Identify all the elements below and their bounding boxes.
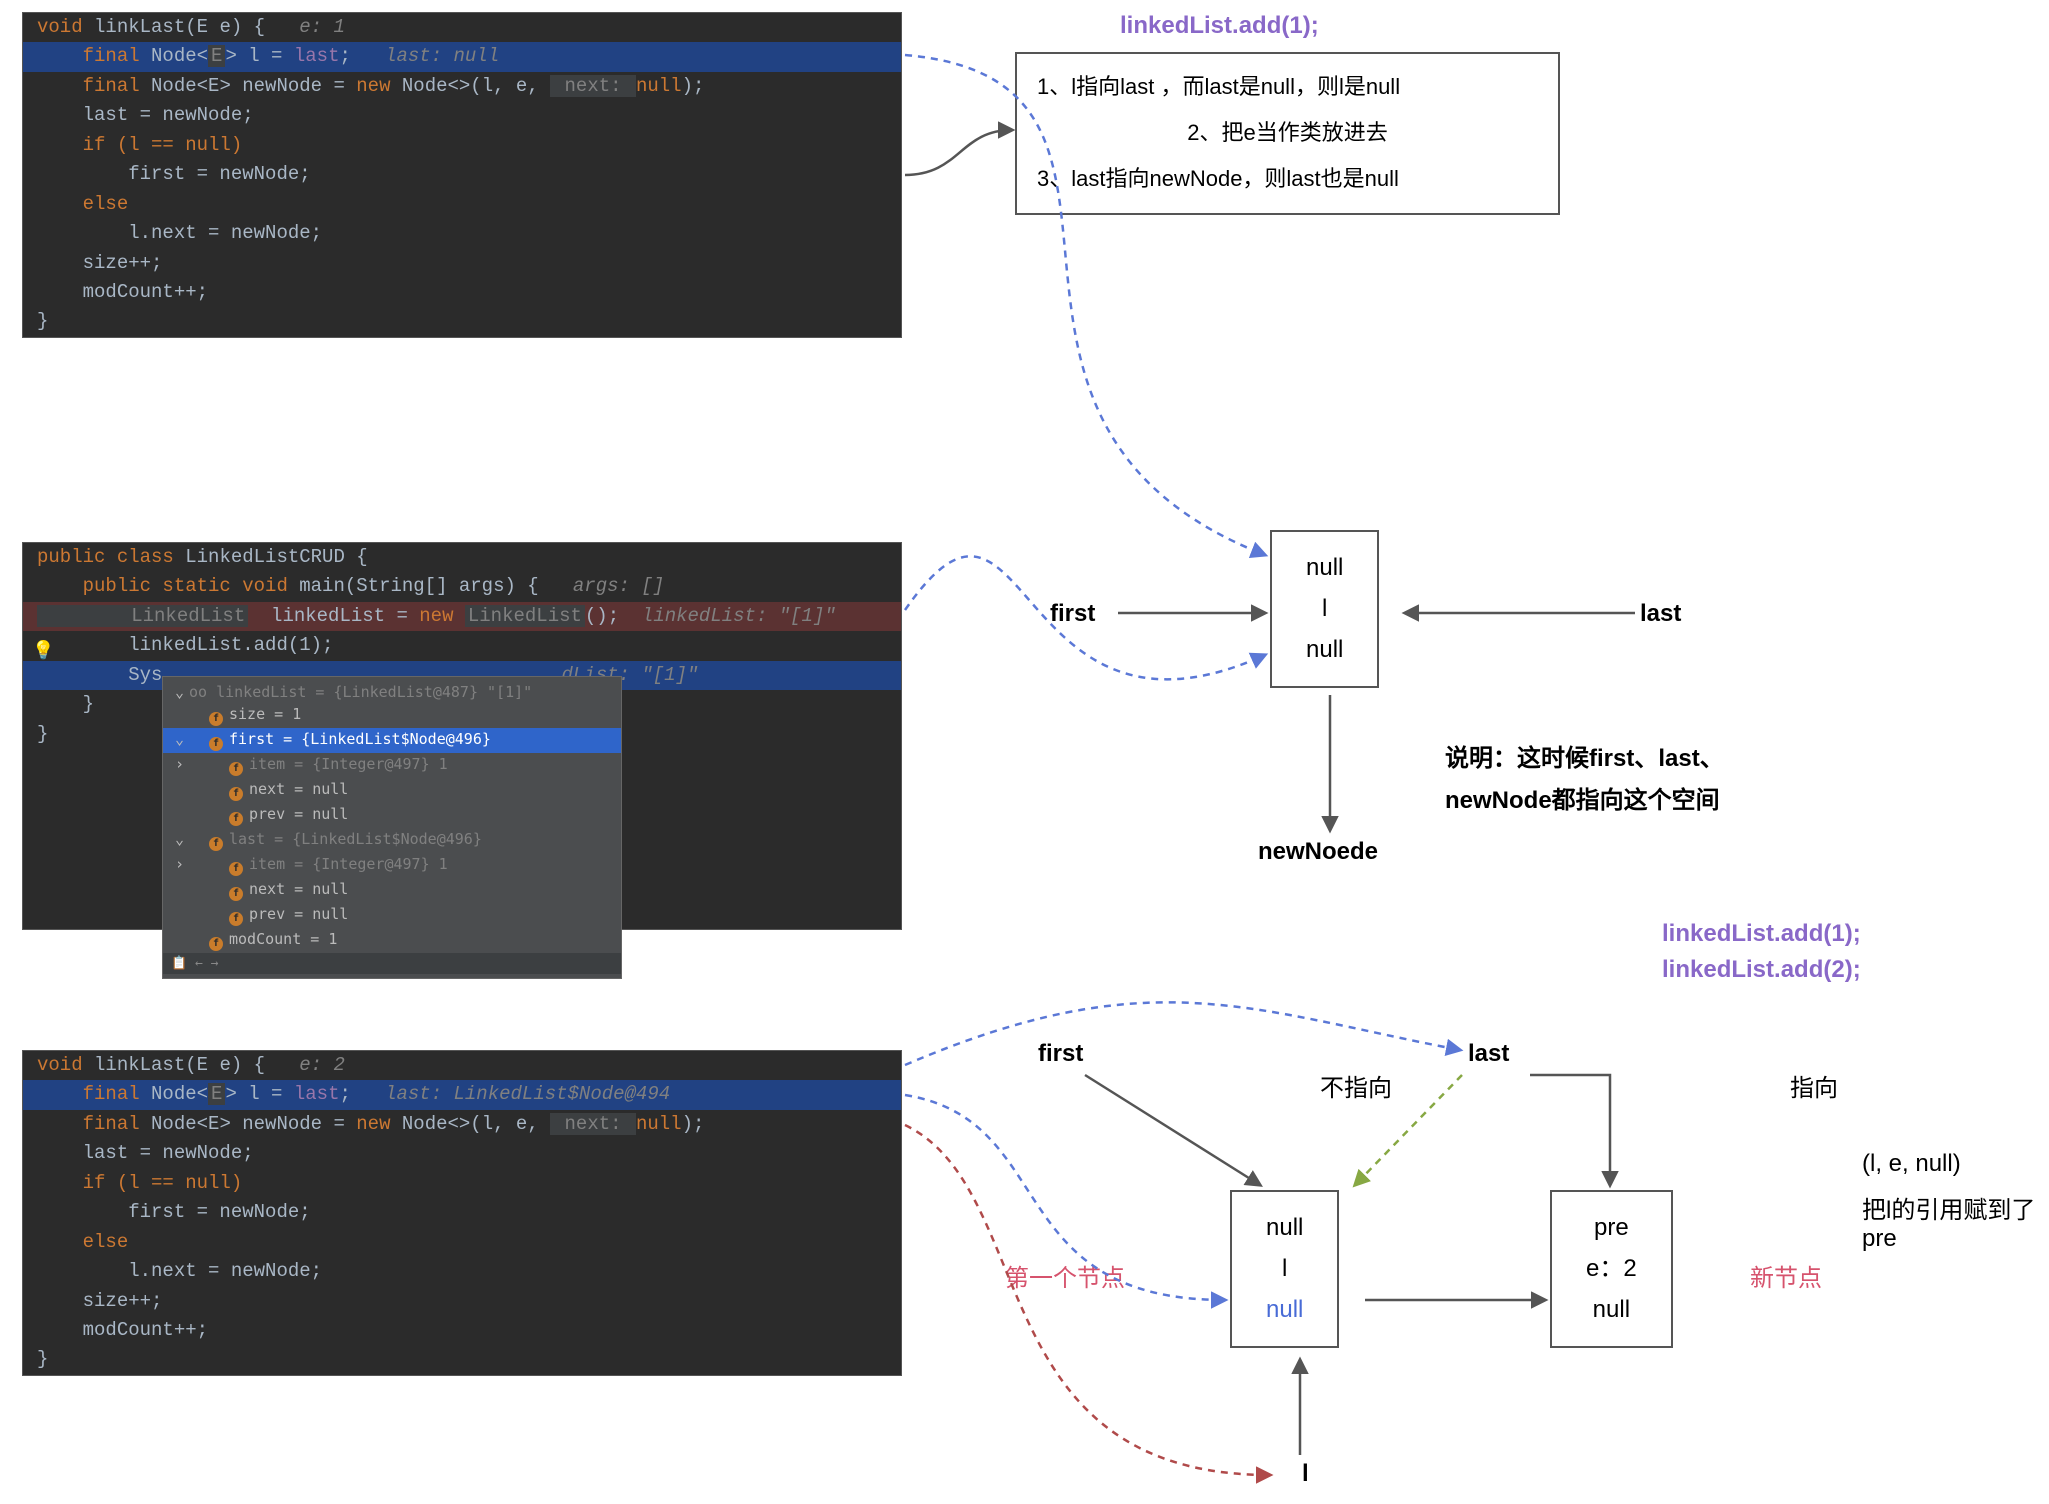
dbg-last[interactable]: flast = {LinkedList$Node@496} xyxy=(163,828,621,853)
dbg-linkedlist[interactable]: oo linkedList = {LinkedList@487} "[1]" xyxy=(163,681,621,703)
dbg-footer: 📋 ← → xyxy=(163,953,621,974)
label-last: last xyxy=(1640,600,1681,628)
debug-variables-popup[interactable]: oo linkedList = {LinkedList@487} "[1]" f… xyxy=(162,676,622,979)
header-add-2: linkedList.add(2); xyxy=(1662,956,1861,984)
anno-line-2: 2、把e当作类放进去 xyxy=(1037,110,1538,156)
label-not-point: 不指向 xyxy=(1320,1068,1392,1103)
dbg-next-1[interactable]: fnext = null xyxy=(163,778,621,803)
label-paren: (l, e, null) xyxy=(1862,1150,1961,1178)
dbg-next-2[interactable]: fnext = null xyxy=(163,878,621,903)
label-last-2: last xyxy=(1468,1040,1509,1068)
label-first: first xyxy=(1050,600,1095,628)
code-block-linklast-1: void linkLast(E e) { e: 1 final Node<E> … xyxy=(22,12,902,338)
highlighted-line: final Node<E> l = last; last: null xyxy=(23,42,901,71)
header-add-1: linkedList.add(1); xyxy=(1120,12,1319,40)
anno-line-1: 1、l指向last ，而last是null，则l是null xyxy=(1037,64,1538,110)
annotation-box-explain: 1、l指向last ，而last是null，则l是null 2、把e当作类放进去… xyxy=(1015,52,1560,215)
dbg-first[interactable]: ffirst = {LinkedList$Node@496} xyxy=(163,728,621,753)
dbg-item-2[interactable]: fitem = {Integer@497} 1 xyxy=(163,853,621,878)
anno-line-3: 3、last指向newNode，则last也是null xyxy=(1037,156,1538,202)
label-new-node: 新节点 xyxy=(1750,1258,1822,1293)
dbg-prev-1[interactable]: fprev = null xyxy=(163,803,621,828)
explain-1: 说明：这时候first、last、 xyxy=(1445,738,1724,773)
code-block-linklast-2: void linkLast(E e) { e: 2 final Node<E> … xyxy=(22,1050,902,1376)
label-paren2: 把l的引用赋到了pre xyxy=(1862,1190,2049,1253)
dbg-prev-2[interactable]: fprev = null xyxy=(163,903,621,928)
dbg-modcount[interactable]: fmodCount = 1 xyxy=(163,928,621,953)
header-add-1b: linkedList.add(1); xyxy=(1662,920,1861,948)
label-first-2: first xyxy=(1038,1040,1083,1068)
highlighted-line-2: final Node<E> l = last; last: LinkedList… xyxy=(23,1080,901,1109)
dbg-item-1[interactable]: fitem = {Integer@497} 1 xyxy=(163,753,621,778)
label-first-node: 第一个节点 xyxy=(1005,1258,1125,1293)
label-point: 指向 xyxy=(1790,1068,1838,1103)
node-box-mid: null l null xyxy=(1270,530,1379,688)
explain-2: newNode都指向这个空间 xyxy=(1445,780,1720,815)
lightbulb-icon[interactable]: 💡 xyxy=(32,640,54,661)
label-newnode: newNoede xyxy=(1258,838,1378,866)
dbg-size[interactable]: fsize = 1 xyxy=(163,703,621,728)
node-box-left: null l null xyxy=(1230,1190,1339,1348)
node-box-right: pre e：2 null xyxy=(1550,1190,1673,1348)
label-l: l xyxy=(1302,1460,1309,1488)
